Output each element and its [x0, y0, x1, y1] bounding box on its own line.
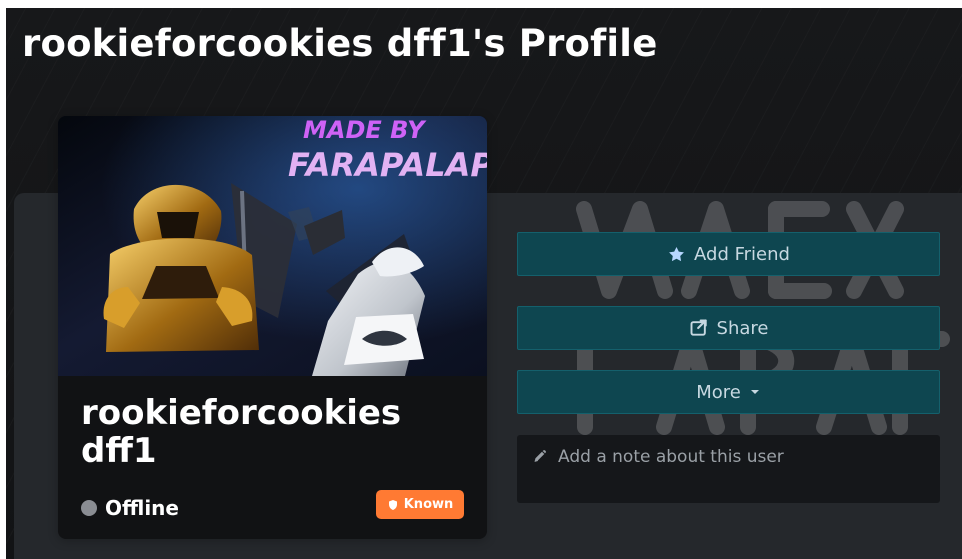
share-button[interactable]: Share	[517, 306, 940, 350]
top-edge-strip	[0, 0, 962, 8]
chevron-down-icon	[749, 386, 761, 398]
more-label: More	[696, 381, 741, 403]
trust-badge-label: Known	[403, 497, 454, 512]
page-title: rookieforcookies dff1's Profile	[22, 22, 658, 65]
image-caption-line-1: MADE BY	[303, 116, 427, 144]
left-edge-strip	[0, 0, 6, 559]
add-friend-label: Add Friend	[694, 243, 790, 265]
profile-card: MADE BY FARAPALAP rookieforcookies dff1 …	[58, 116, 487, 539]
note-box[interactable]: Add a note about this user	[517, 435, 940, 503]
share-icon	[689, 318, 709, 338]
note-placeholder: Add a note about this user	[558, 447, 784, 467]
add-friend-button[interactable]: Add Friend	[517, 232, 940, 276]
shield-icon	[387, 499, 399, 511]
star-icon	[667, 245, 686, 264]
status-row: Offline	[81, 496, 179, 520]
status-text: Offline	[105, 496, 179, 520]
card-username: rookieforcookies dff1	[81, 393, 402, 471]
trust-badge: Known	[376, 490, 464, 519]
pencil-icon	[532, 447, 548, 464]
image-caption-line-2: FARAPALAP	[288, 146, 487, 184]
status-dot-icon	[81, 500, 97, 516]
share-label: Share	[716, 317, 769, 339]
more-button[interactable]: More	[517, 370, 940, 414]
profile-image: MADE BY FARAPALAP	[58, 116, 487, 376]
